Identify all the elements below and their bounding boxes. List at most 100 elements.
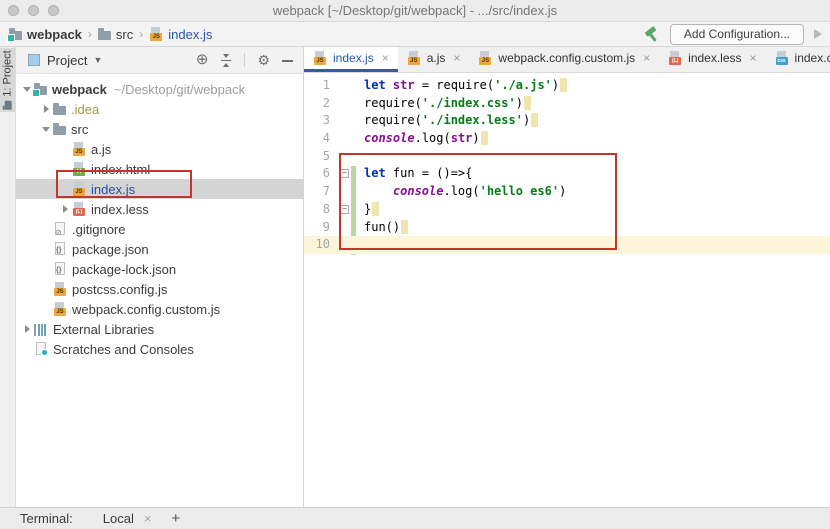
tree-item-package-lock.json[interactable]: {} package-lock.json: [16, 259, 303, 279]
line-number: 8: [322, 201, 330, 216]
tree-item-src[interactable]: src: [16, 119, 303, 139]
fold-marker-icon[interactable]: −: [340, 169, 349, 179]
header-divider: [244, 53, 246, 67]
locate-icon[interactable]: ⊕: [196, 52, 209, 67]
warning-highlight: [531, 113, 539, 128]
warning-highlight: [523, 95, 531, 110]
editor-tab-a.js[interactable]: JS a.js ×: [398, 47, 470, 72]
window-title: webpack [~/Desktop/git/webpack] - .../sr…: [272, 3, 558, 18]
tree-item-a.js[interactable]: JS a.js: [16, 139, 303, 159]
line-number: 7: [322, 184, 330, 199]
chevron-down-icon[interactable]: ▼: [93, 55, 102, 65]
zoom-window-button[interactable]: [48, 5, 59, 16]
code-line: 9 fun(): [304, 219, 830, 237]
code-line: 6− let fun = ()=>{: [304, 165, 830, 183]
scratches-file-icon: [34, 342, 48, 356]
tab-label: index.css: [794, 51, 830, 65]
tab-close-icon[interactable]: ×: [643, 51, 650, 65]
editor-area: JS index.js × JS a.js × JS webpack.config.custo…: [304, 47, 830, 507]
line-number: 6: [322, 166, 330, 181]
breadcrumb-item-src[interactable]: src: [97, 26, 134, 42]
tree-expand-right-icon[interactable]: [39, 105, 53, 113]
code-text: let fun = ()=>{: [364, 166, 473, 181]
tree-expand-down-icon[interactable]: [39, 126, 53, 132]
tab-close-icon[interactable]: ×: [750, 51, 757, 65]
tree-item-label: External Libraries: [53, 321, 155, 337]
navigation-toolbar: webpack › src › JS index.js Add Configuration…: [0, 22, 830, 47]
editor-tab-index.less[interactable]: (L) index.less ×: [659, 47, 765, 72]
code-line: 4 console.log(str): [304, 130, 830, 148]
editor-tab-webpack.config.custom.js[interactable]: JS webpack.config.custom.js ×: [469, 47, 659, 72]
tree-item-path: ~/Desktop/git/webpack: [113, 81, 246, 97]
tree-expand-right-icon[interactable]: [58, 205, 72, 213]
breadcrumb-item-index.js[interactable]: JS index.js: [149, 27, 212, 42]
minimize-window-button[interactable]: [28, 5, 39, 16]
tree-item-webpack[interactable]: webpack ~/Desktop/git/webpack: [16, 79, 303, 99]
editor-tab-index.css[interactable]: cssindex.css×: [766, 47, 830, 72]
project-panel-title: Project: [47, 52, 88, 68]
code-text: console.log(str): [364, 130, 488, 148]
tree-item-label: a.js: [91, 141, 112, 157]
tree-item-.idea[interactable]: .idea: [16, 99, 303, 119]
tree-item-label: .gitignore: [72, 221, 126, 237]
tree-item-index.html[interactable]: Hindex.html: [16, 159, 303, 179]
tree-item-postcss.config.js[interactable]: JS postcss.config.js: [16, 279, 303, 299]
tree-item-webpack.config.custom.js[interactable]: JS webpack.config.custom.js: [16, 299, 303, 319]
tab-label: index.js: [333, 51, 374, 65]
js-file-icon: JS: [53, 302, 67, 316]
line-number: 3: [322, 113, 330, 128]
folder-project-icon: [32, 83, 47, 97]
code-editor[interactable]: 1 let str = require('./a.js') 2 require('./…: [304, 73, 830, 507]
code-line: 8−}: [304, 201, 830, 219]
tree-item-Scratches and Consoles[interactable]: Scratches and Consoles: [16, 339, 303, 359]
terminal-tab-local[interactable]: Local: [103, 511, 134, 526]
line-number: 1: [322, 78, 330, 92]
editor-tab-bar: JS index.js × JS a.js × JS webpack.config.custo…: [304, 47, 830, 73]
code-text: }: [364, 201, 380, 219]
project-stripe-label: 1: Project: [1, 50, 14, 97]
breadcrumb-label: index.js: [168, 26, 213, 42]
breadcrumb-label: src: [115, 26, 134, 42]
collapse-all-icon[interactable]: [220, 53, 232, 67]
project-stripe-button[interactable]: 1: Project: [0, 48, 15, 112]
code-line: 2 require('./index.css'): [304, 95, 830, 113]
tree-item-index.js[interactable]: JS index.js: [16, 179, 303, 199]
warning-highlight: [560, 78, 568, 92]
close-window-button[interactable]: [8, 5, 19, 16]
tree-item-External Libraries[interactable]: External Libraries: [16, 319, 303, 339]
terminal-add-tab-button[interactable]: +: [171, 510, 180, 527]
breadcrumb-item-webpack[interactable]: webpack: [7, 26, 82, 42]
tree-expand-right-icon[interactable]: [20, 325, 34, 333]
add-configuration-button[interactable]: Add Configuration...: [669, 23, 804, 45]
tab-close-icon[interactable]: ×: [453, 51, 460, 65]
project-tool-icon: [4, 100, 11, 110]
warning-highlight: [372, 201, 380, 216]
window-controls: [8, 5, 59, 16]
code-text: fun(): [364, 219, 409, 237]
breadcrumb-label: webpack: [27, 26, 82, 42]
editor-tab-index.js[interactable]: JS index.js ×: [304, 47, 398, 72]
tree-item-label: package.json: [72, 241, 149, 257]
tree-item-.gitignore[interactable]: ⊘ .gitignore: [16, 219, 303, 239]
breadcrumb-separator-icon: ›: [139, 27, 144, 41]
json-file-icon: {}: [53, 242, 67, 256]
project-panel: Project ▼ ⊕ ⚙ webpack ~/Desktop/git/webpa…: [16, 47, 304, 507]
libs-file-icon: [34, 323, 48, 336]
folder-project-icon: [7, 28, 22, 42]
terminal-tab-close-icon[interactable]: ×: [144, 511, 152, 526]
line-number: 9: [322, 219, 330, 234]
run-play-icon[interactable]: [814, 29, 822, 39]
tree-item-label: package-lock.json: [72, 261, 177, 277]
gear-icon[interactable]: ⚙: [257, 53, 270, 67]
build-hammer-icon[interactable]: [643, 26, 660, 42]
tree-item-label: src: [71, 121, 89, 137]
fold-marker-icon[interactable]: −: [340, 204, 349, 214]
project-panel-header: Project ▼ ⊕ ⚙: [16, 47, 303, 74]
tree-item-index.less[interactable]: (L) index.less: [16, 199, 303, 219]
line-number: 5: [322, 148, 330, 163]
hide-panel-icon[interactable]: [282, 59, 293, 62]
tree-item-package.json[interactable]: {} package.json: [16, 239, 303, 259]
tree-item-label: index.js: [91, 181, 136, 197]
tab-close-icon[interactable]: ×: [382, 51, 389, 65]
line-number: 10: [315, 237, 330, 252]
